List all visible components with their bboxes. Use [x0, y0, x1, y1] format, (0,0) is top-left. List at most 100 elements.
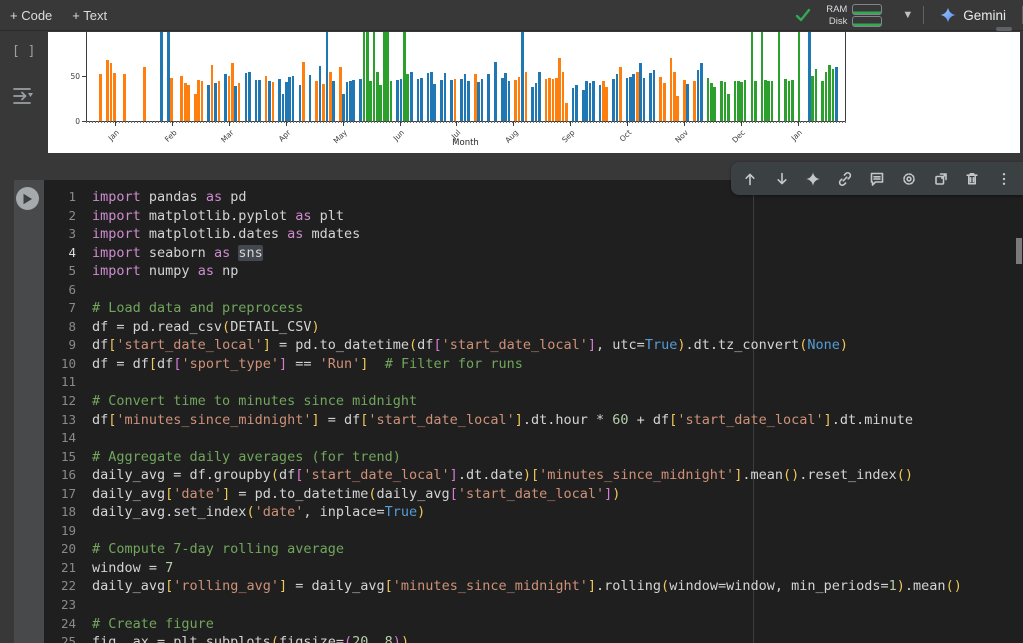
axis-spine-right: [845, 32, 846, 122]
more-options-icon: [996, 171, 1012, 187]
bar: [487, 74, 490, 121]
bar: [363, 32, 366, 121]
bar: [352, 80, 355, 121]
gemini-spark-icon: [940, 7, 956, 23]
bar: [686, 84, 689, 121]
code-line: 9df['start_date_local'] = pd.to_datetime…: [44, 336, 1023, 355]
comment-button[interactable]: [864, 166, 890, 192]
bar: [740, 82, 743, 121]
bar: [342, 94, 345, 121]
move-cell-down-button[interactable]: [769, 166, 795, 192]
mirror-cell-button[interactable]: [928, 166, 954, 192]
bar: [197, 80, 200, 121]
bar: [649, 73, 652, 121]
code-line: 3import matplotlib.dates as mdates: [44, 225, 1023, 244]
bar: [454, 79, 457, 121]
bar: [751, 32, 754, 121]
bar: [366, 32, 369, 121]
line-number: 25: [44, 633, 76, 643]
settings-button[interactable]: [896, 166, 922, 192]
line-number: 16: [44, 466, 76, 485]
code-line: 25fig, ax = plt.subplots(figsize=(20, 8)…: [44, 633, 1023, 643]
bar: [825, 72, 828, 122]
bar: [383, 32, 386, 121]
copy-link-button[interactable]: [832, 166, 858, 192]
bar: [460, 79, 463, 121]
bar: [525, 72, 528, 121]
code-line: 11: [44, 373, 1023, 392]
bar: [592, 81, 595, 122]
y-tick-label: 50: [50, 72, 80, 81]
gemini-spark-button[interactable]: [800, 166, 826, 192]
bar: [724, 82, 727, 121]
x-tick: [570, 122, 571, 126]
move-cell-up-button[interactable]: [737, 166, 763, 192]
more-options-button[interactable]: [991, 166, 1017, 192]
move-cell-up-icon: [742, 171, 758, 187]
bar: [218, 81, 221, 121]
bar: [636, 72, 639, 122]
bar: [390, 81, 393, 122]
chevron-down-icon[interactable]: ▼: [892, 9, 923, 21]
bar: [272, 82, 275, 121]
bar: [727, 94, 730, 121]
bar: [123, 74, 126, 121]
bar: [309, 75, 312, 121]
line-number: 15: [44, 448, 76, 467]
delete-cell-button[interactable]: [959, 166, 985, 192]
bar: [832, 69, 835, 121]
bar: [835, 67, 838, 121]
bar: [582, 90, 585, 122]
code-text: df = pd.read_csv(DETAIL_CSV): [92, 318, 320, 337]
bar: [663, 83, 666, 121]
code-line: 6: [44, 281, 1023, 300]
bar: [396, 80, 399, 121]
resources-widget[interactable]: RAM Disk: [826, 4, 882, 27]
chart-figure: 50 0 Month JanFebMarAprMayJunJulAugSepOc…: [48, 32, 1020, 153]
bar: [676, 96, 679, 121]
code-line: 15# Aggregate daily averages (for trend): [44, 448, 1023, 467]
x-tick: [229, 122, 230, 126]
disk-label: Disk: [829, 16, 847, 27]
output-cell-gutter: [ ]: [0, 30, 48, 158]
gemini-button[interactable]: Gemini: [924, 7, 1022, 23]
code-editor[interactable]: 1import pandas as pd2import matplotlib.p…: [44, 180, 1023, 643]
bar: [643, 78, 646, 121]
execution-indicator[interactable]: [ ]: [12, 44, 35, 59]
bar: [653, 70, 656, 121]
bar: [258, 80, 261, 121]
editor-scrollbar-thumb[interactable]: [1016, 238, 1022, 264]
bar: [207, 85, 210, 121]
code-text: import numpy as np: [92, 262, 238, 281]
bar: [143, 67, 146, 121]
code-cell: 1import pandas as pd2import matplotlib.p…: [0, 180, 1023, 643]
x-tick: [343, 122, 344, 126]
bar: [477, 82, 480, 121]
bar: [288, 77, 291, 121]
line-number: 1: [44, 188, 76, 207]
bar: [278, 79, 281, 121]
bar: [720, 81, 723, 121]
bar: [683, 80, 686, 121]
run-cell-button[interactable]: [16, 187, 39, 210]
add-text-button[interactable]: + Text: [62, 8, 117, 23]
bar: [406, 74, 409, 121]
bar: [562, 72, 565, 121]
add-code-button[interactable]: + Code: [0, 8, 62, 23]
bar: [764, 80, 767, 121]
code-line: 20# Compute 7-day rolling average: [44, 540, 1023, 559]
output-scrollbar[interactable]: [996, 27, 1012, 31]
bar: [811, 76, 814, 121]
line-number: 4: [44, 244, 76, 263]
bar: [110, 63, 113, 122]
code-line: 16daily_avg = df.groupby(df['start_date_…: [44, 466, 1023, 485]
move-cell-down-icon: [774, 171, 790, 187]
bar: [211, 65, 214, 121]
bar: [106, 60, 109, 121]
bar: [508, 81, 511, 122]
code-line: 18daily_avg.set_index('date', inplace=Tr…: [44, 503, 1023, 522]
executed-code-history-icon[interactable]: [10, 84, 36, 108]
bar: [299, 85, 302, 121]
bar: [373, 32, 376, 121]
bar: [99, 74, 102, 121]
